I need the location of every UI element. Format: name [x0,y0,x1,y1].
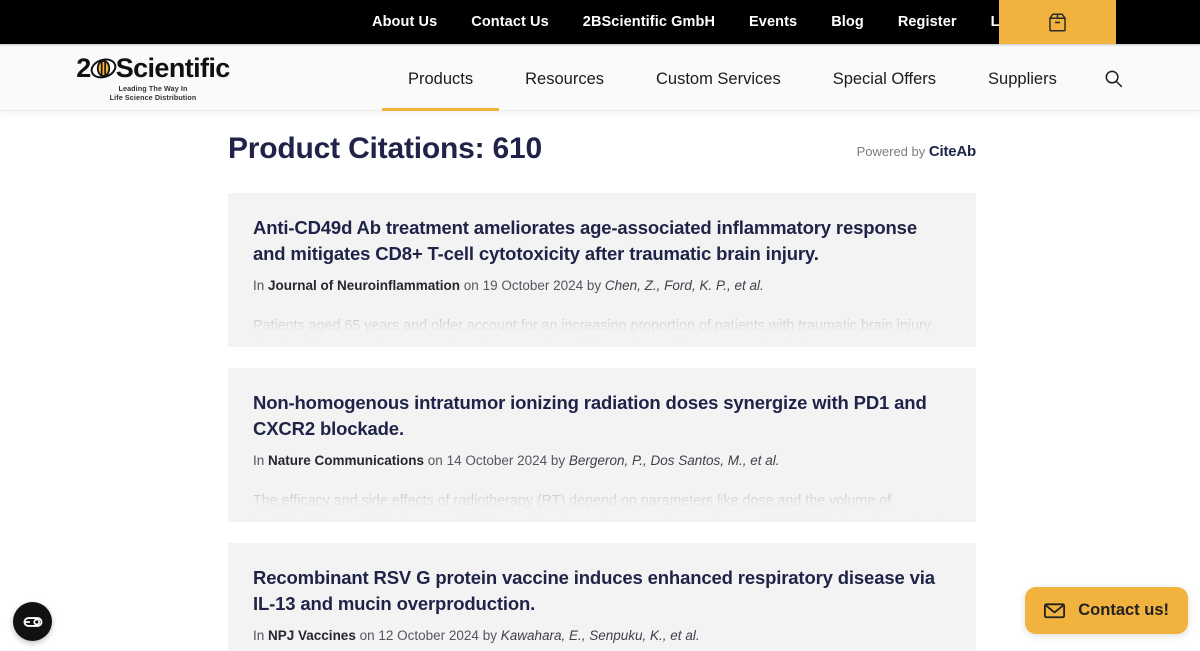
citation-card[interactable]: Recombinant RSV G protein vaccine induce… [228,543,976,651]
topbar-link-2bscientific-gmbh[interactable]: 2BScientific GmbH [566,0,732,44]
page-content: Product Citations: 610 Powered by CiteAb… [0,111,1200,651]
top-utility-nav: About Us Contact Us 2BScientific GmbH Ev… [355,0,1048,44]
topbar-link-events[interactable]: Events [732,0,814,44]
main-nav: Products Resources Custom Services Speci… [382,47,1083,111]
powered-by-citeab: Powered by CiteAb [856,143,977,160]
shopping-box-icon [1049,13,1066,31]
logo-tagline: Leading The Way In Life Science Distribu… [110,83,197,102]
citation-date: 14 October 2024 [446,452,548,468]
citation-in-label: In [253,627,269,643]
nav-item-custom-services-label: Custom Services [656,69,781,88]
nav-item-resources[interactable]: Resources [499,47,630,111]
powered-by-brand: CiteAb [928,143,976,160]
topbar-link-register[interactable]: Register [881,0,974,44]
contact-us-button[interactable]: Contact us! [1025,587,1188,634]
page-title-row: Product Citations: 610 Powered by CiteAb [228,129,976,168]
nav-item-special-offers-label: Special Offers [832,69,937,88]
topbar-link-about-us[interactable]: About Us [355,0,454,44]
citation-authors: Chen, Z., Ford, K. P., et al. [604,277,764,293]
nav-item-custom-services[interactable]: Custom Services [630,47,807,111]
powered-by-prefix: Powered by [856,144,929,159]
nav-item-resources-label: Resources [525,69,604,88]
bee-icon [90,54,117,81]
citation-title[interactable]: Non-homogenous intratumor ionizing radia… [253,390,951,443]
topbar-link-contact-us[interactable]: Contact Us [454,0,566,44]
citation-meta: In Nature Communications on 14 October 2… [253,452,951,471]
nav-item-products[interactable]: Products [382,47,500,111]
citation-in-label: In [253,277,269,293]
citation-authors: Bergeron, P., Dos Santos, M., et al. [568,452,780,468]
citation-journal: Journal of Neuroinflammation [268,277,461,293]
nav-item-suppliers-label: Suppliers [988,69,1057,88]
main-header: 2 Scientific Leading The Way In Life Sci… [0,47,1200,111]
citation-title[interactable]: Anti-CD49d Ab treatment ameliorates age-… [253,215,951,268]
citation-date-prefix: on [355,627,379,643]
citation-by-label: by [478,627,501,643]
citation-card[interactable]: Anti-CD49d Ab treatment ameliorates age-… [228,193,976,347]
citation-abstract: The efficacy and side effects of radioth… [253,493,939,522]
nav-item-suppliers[interactable]: Suppliers [962,47,1083,111]
citation-title[interactable]: Recombinant RSV G protein vaccine induce… [253,565,951,618]
citation-journal: Nature Communications [268,452,425,468]
citation-date-prefix: on [424,452,447,468]
citation-card[interactable]: Non-homogenous intratumor ionizing radia… [228,368,976,522]
accessibility-widget-button[interactable] [13,602,52,641]
citation-by-label: by [547,452,569,468]
page-title: Product Citations: 610 [228,132,542,165]
logo-text-before: 2 [76,52,91,83]
search-button[interactable] [1098,64,1128,94]
citation-date: 19 October 2024 [482,277,584,293]
citation-meta: In NPJ Vaccines on 12 October 2024 by Ka… [253,627,951,646]
accessibility-glasses-icon [23,616,42,627]
citation-date-prefix: on [460,277,483,293]
nav-item-products-label: Products [408,69,474,88]
site-logo[interactable]: 2 Scientific Leading The Way In Life Sci… [76,52,231,102]
citation-list: Anti-CD49d Ab treatment ameliorates age-… [228,193,976,651]
cart-button[interactable] [999,0,1116,44]
citation-meta: In Journal of Neuroinflammation on 19 Oc… [253,277,951,296]
citation-authors: Kawahara, E., Senpuku, K., et al. [500,627,700,643]
nav-item-special-offers[interactable]: Special Offers [807,47,962,111]
envelope-icon [1044,603,1066,619]
citation-abstract: Patients aged 65 years and older account… [253,318,931,347]
citation-date: 12 October 2024 [378,627,479,643]
citation-journal: NPJ Vaccines [268,627,356,643]
logo-text-after: Scientific [115,52,231,83]
citation-by-label: by [583,277,605,293]
logo-wordmark: 2 Scientific [76,52,231,83]
logo-tagline-line2: Life Science Distribution [109,93,197,102]
topbar-link-blog[interactable]: Blog [814,0,881,44]
search-icon [1105,70,1122,88]
top-utility-bar: About Us Contact Us 2BScientific GmbH Ev… [0,0,1200,44]
logo-tagline-line1: Leading The Way In [118,83,188,93]
citation-in-label: In [253,452,269,468]
contact-us-label: Contact us! [1078,601,1169,619]
